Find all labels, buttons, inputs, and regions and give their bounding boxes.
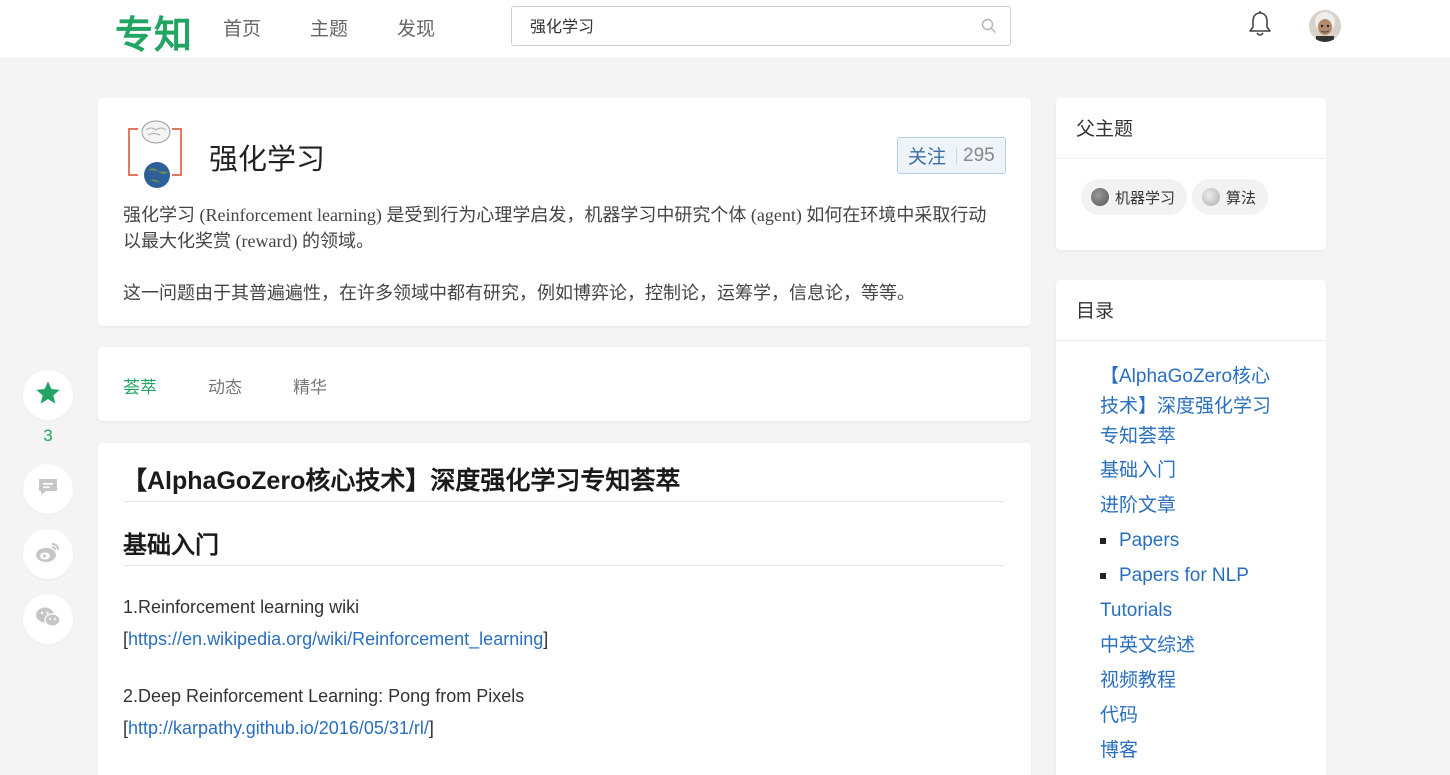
parent-topics-card: 父主题 机器学习 算法 (1056, 98, 1326, 250)
follow-label: 关注 (908, 147, 947, 168)
divider (123, 565, 1005, 566)
topic-thumbnail-icon (1202, 188, 1220, 206)
table-of-contents: 目录 【AlphaGoZero核心 技术】深度强化学习 专知荟萃 基础入门 进阶… (1056, 280, 1326, 775)
topic-thumbnail-icon (1091, 188, 1109, 206)
comment-button[interactable] (23, 464, 73, 514)
parent-topic-label: 机器学习 (1115, 189, 1176, 207)
toc-item[interactable]: 技术】深度强化学习 (1100, 392, 1271, 422)
topic-image (124, 120, 186, 190)
bullet-icon (1100, 538, 1106, 544)
divider (1056, 158, 1326, 159)
reference-link[interactable]: https://en.wikipedia.org/wiki/Reinforcem… (128, 629, 543, 649)
article-card: 【AlphaGoZero核心技术】深度强化学习专知荟萃 基础入门 1.Reinf… (98, 443, 1031, 775)
section-heading: 基础入门 (123, 532, 219, 559)
star-button[interactable] (23, 370, 73, 420)
parent-topic-chip[interactable]: 机器学习 (1081, 179, 1188, 215)
divider (1056, 340, 1326, 341)
toc-item[interactable]: Tutorials (1100, 596, 1172, 626)
topic-description: 强化学习 (Reinforcement learning) 是受到行为心理学启发… (123, 202, 1003, 332)
toc-item[interactable]: 博客 (1100, 736, 1138, 766)
nav-home[interactable]: 首页 (223, 14, 261, 41)
reference-link-line: [https://en.wikipedia.org/wiki/Reinforce… (123, 629, 549, 649)
toc-item[interactable]: 【AlphaGoZero核心 (1100, 362, 1270, 392)
toc-item[interactable]: 专知荟萃 (1100, 422, 1176, 452)
reference-title: 2.Deep Reinforcement Learning: Pong from… (123, 686, 525, 706)
topic-desc-paragraph-2: 这一问题由于其普遍遍性，在许多领域中都有研究，例如博弈论，控制论，运筹学，信息论… (123, 283, 915, 303)
toc-subitem-label: Papers for NLP (1119, 565, 1249, 586)
user-avatar[interactable] (1309, 10, 1341, 42)
bullet-icon (1100, 573, 1106, 579)
reference-item: 1.Reinforcement learning wiki [https://e… (123, 591, 548, 655)
wechat-share-button[interactable] (23, 594, 73, 644)
search-icon[interactable] (981, 18, 997, 39)
toc-item[interactable]: 视频教程 (1100, 666, 1176, 696)
nav-discover[interactable]: 发现 (397, 14, 435, 41)
site-logo[interactable]: 专知 (115, 4, 193, 59)
reference-link-line: [http://karpathy.github.io/2016/05/31/rl… (123, 718, 434, 738)
star-count: 3 (43, 426, 53, 445)
toc-subitem-label: Papers (1119, 530, 1180, 551)
bell-icon[interactable] (1247, 10, 1273, 43)
topic-title: 强化学习 (209, 144, 326, 176)
tab-highlights[interactable]: 精华 (293, 373, 327, 398)
topic-tabs: 荟萃 动态 精华 (98, 347, 1031, 421)
nav-topics[interactable]: 主题 (310, 14, 348, 41)
weibo-share-button[interactable] (23, 529, 73, 579)
toc-title: 目录 (1076, 301, 1115, 322)
parent-topic-label: 算法 (1226, 189, 1257, 207)
toc-item[interactable]: 基础入门 (1100, 456, 1176, 486)
toc-subitem[interactable]: Papers (1100, 530, 1179, 552)
toc-item[interactable]: 进阶文章 (1100, 491, 1176, 521)
toc-subitem[interactable]: Papers for NLP (1100, 565, 1249, 587)
follow-count: 295 (963, 144, 995, 166)
topic-header-card: 强化学习 关注 295 强化学习 (Reinforcement learning… (98, 98, 1031, 326)
top-navbar: 专知 首页 主题 发现 (0, 0, 1450, 59)
parent-topic-chip[interactable]: 算法 (1192, 179, 1269, 215)
reference-link[interactable]: http://karpathy.github.io/2016/05/31/rl/ (128, 718, 429, 738)
topic-desc-paragraph-1: 强化学习 (Reinforcement learning) 是受到行为心理学启发… (123, 205, 987, 251)
search-input[interactable] (530, 16, 970, 34)
wechat-icon (35, 606, 61, 633)
comment-icon (37, 477, 59, 502)
toc-item[interactable]: 代码 (1100, 701, 1138, 731)
star-icon (34, 379, 62, 412)
parent-topics-title: 父主题 (1076, 119, 1134, 140)
weibo-icon (35, 541, 61, 568)
divider (123, 501, 1005, 502)
reference-title: 1.Reinforcement learning wiki (123, 597, 360, 617)
article-title: 【AlphaGoZero核心技术】深度强化学习专知荟萃 (122, 467, 681, 495)
search-box (511, 6, 1011, 46)
follow-button[interactable]: 关注 295 (897, 137, 1006, 174)
tab-digest[interactable]: 荟萃 (123, 373, 157, 398)
tab-activity[interactable]: 动态 (208, 373, 242, 398)
reference-item: 2.Deep Reinforcement Learning: Pong from… (123, 680, 524, 744)
toc-item[interactable]: 中英文综述 (1100, 631, 1195, 661)
